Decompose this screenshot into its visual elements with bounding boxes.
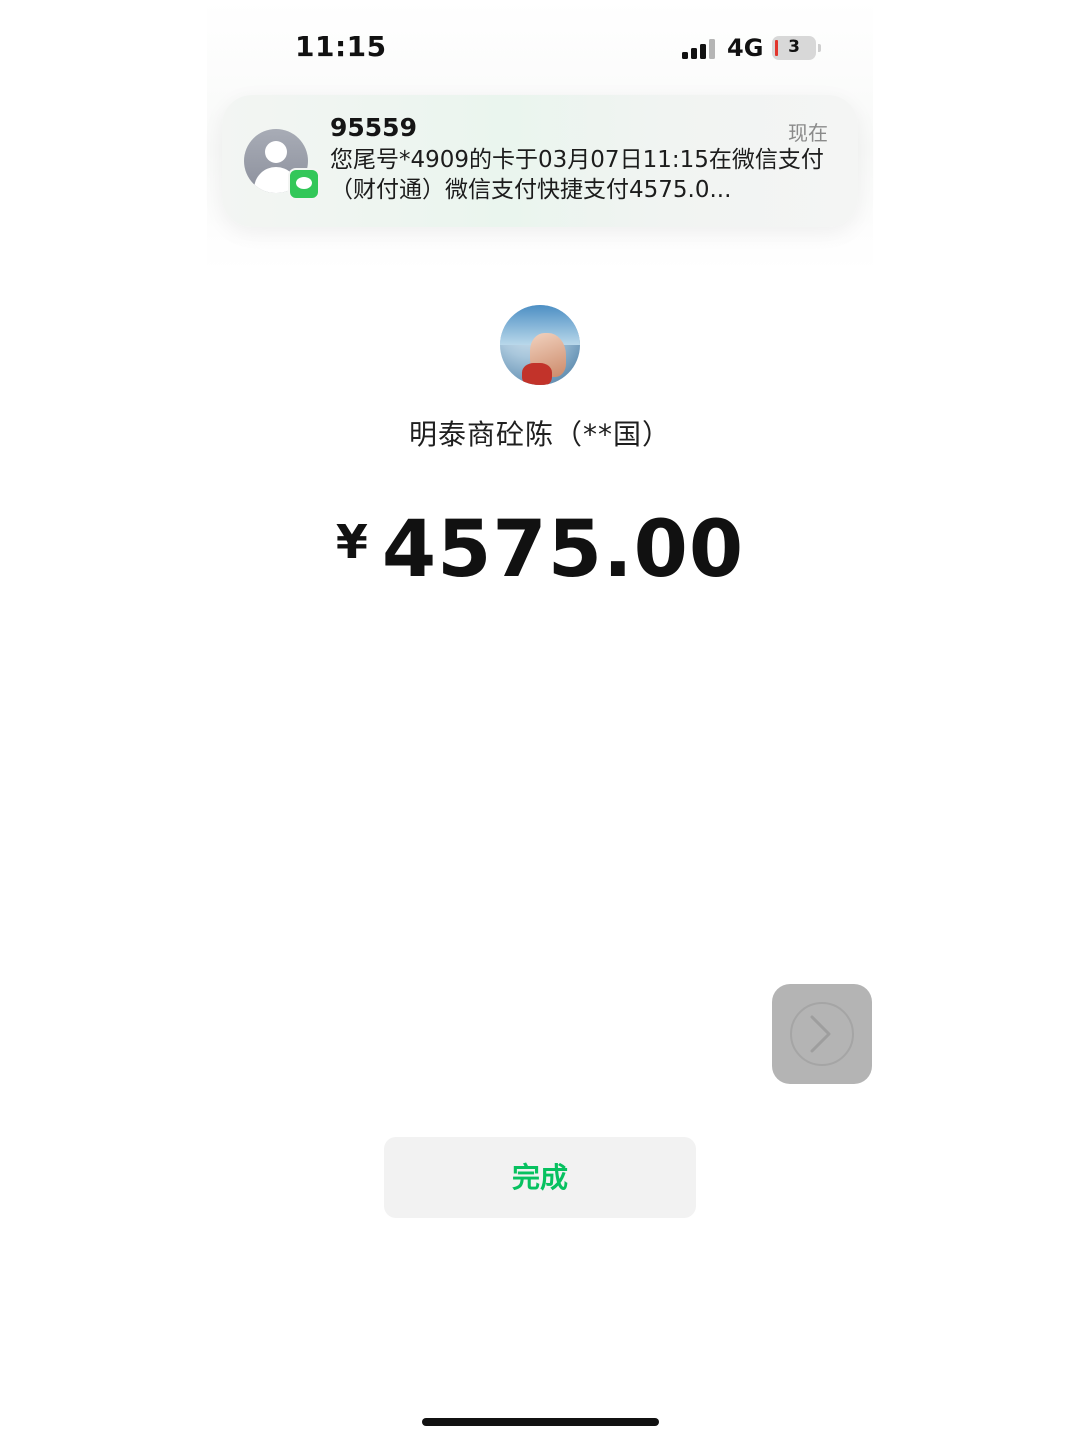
notification-body: 您尾号*4909的卡于03月07日11:15在微信支付（财付通）微信支付快捷支付…	[330, 147, 824, 203]
notification-sender: 95559	[330, 113, 417, 142]
home-indicator[interactable]	[422, 1418, 659, 1426]
payment-success-screen: 11:15 4G 3 95559 现在 您尾号*4909的卡于03月07日11:…	[0, 0, 1080, 1440]
floating-next-button[interactable]	[772, 984, 872, 1084]
amount-value: 4575.00	[381, 505, 745, 595]
merchant-avatar	[500, 305, 580, 385]
merchant-name: 明泰商砼陈（**国）	[408, 418, 671, 451]
status-time: 11:15	[295, 30, 387, 63]
network-type: 4G	[727, 34, 764, 62]
battery-percentage: 3	[788, 37, 800, 57]
currency-symbol: ¥	[335, 515, 368, 569]
sms-notification-banner[interactable]: 95559 现在 您尾号*4909的卡于03月07日11:15在微信支付（财付通…	[222, 95, 858, 227]
cellular-signal-icon	[682, 39, 716, 59]
battery-cap	[818, 44, 821, 52]
chevron-right-icon	[810, 1015, 831, 1053]
battery-icon: 3	[772, 36, 816, 60]
notification-time: 现在	[788, 121, 828, 145]
payment-amount: ¥4575.00	[0, 505, 1080, 595]
messages-icon	[288, 168, 320, 200]
done-button[interactable]: 完成	[384, 1137, 696, 1218]
